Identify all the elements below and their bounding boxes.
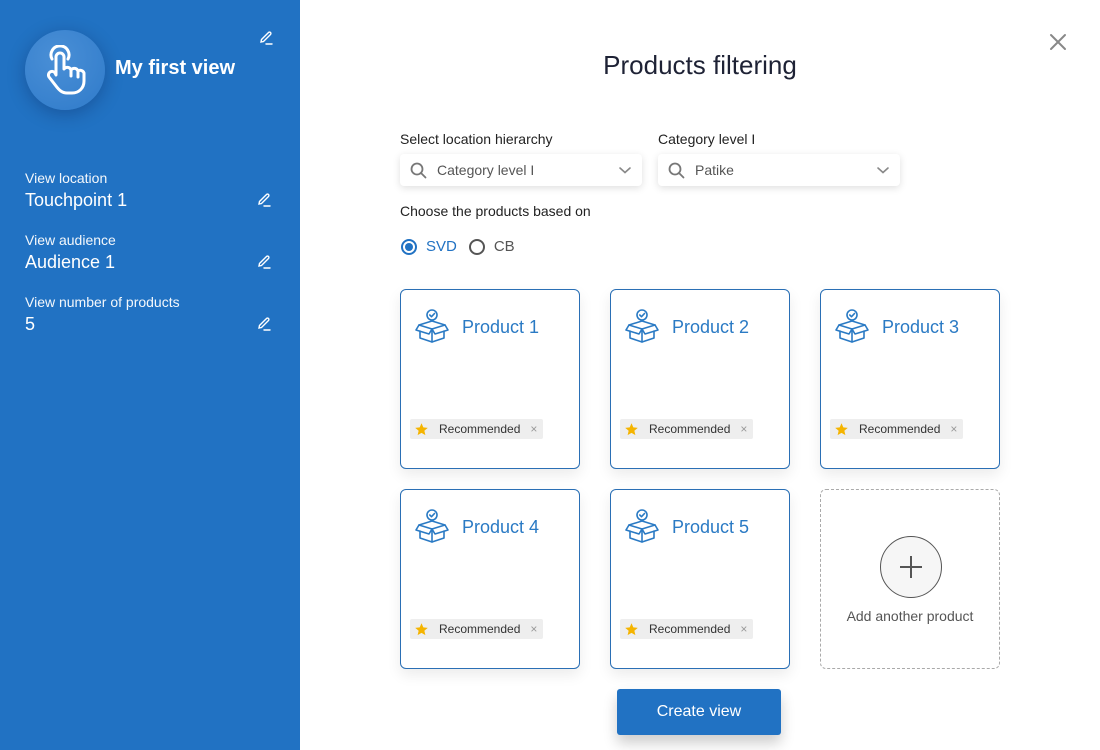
remove-tag-icon[interactable]: × xyxy=(740,422,747,436)
search-icon xyxy=(668,162,685,178)
view-location-label: View location xyxy=(25,170,108,186)
remove-tag-icon[interactable]: × xyxy=(530,422,537,436)
product-box-icon xyxy=(625,309,659,343)
remove-tag-icon[interactable]: × xyxy=(740,622,747,636)
category-level-label: Category level I xyxy=(658,131,756,147)
search-icon xyxy=(410,162,427,178)
tag-label: Recommended xyxy=(439,422,521,436)
radio-svd-label: SVD xyxy=(426,238,457,255)
star-icon xyxy=(835,422,848,435)
edit-audience-icon[interactable] xyxy=(256,254,272,270)
close-icon[interactable] xyxy=(1048,32,1068,52)
star-icon xyxy=(625,622,638,635)
recommended-tag: Recommended × xyxy=(830,419,964,439)
add-product-card[interactable]: Add another product xyxy=(820,489,1000,669)
product-card-2[interactable]: Product 2 Recommended × xyxy=(610,289,790,469)
product-box-icon xyxy=(835,309,869,343)
edit-title-icon[interactable] xyxy=(258,30,274,46)
choose-based-on-label: Choose the products based on xyxy=(400,203,591,219)
product-name: Product 1 xyxy=(462,317,540,337)
product-card-1[interactable]: Product 1 Recommended × xyxy=(400,289,580,469)
view-products-count-field: View number of products 5 xyxy=(25,294,275,335)
recommended-tag: Recommended × xyxy=(410,419,544,439)
tag-label: Recommended xyxy=(439,622,521,636)
chevron-down-icon xyxy=(619,167,631,174)
view-avatar xyxy=(25,30,105,110)
based-on-radio-group: SVD CB xyxy=(401,238,527,255)
product-box-icon xyxy=(625,509,659,543)
view-audience-field: View audience Audience 1 xyxy=(25,232,275,273)
chevron-down-icon xyxy=(877,167,889,174)
location-hierarchy-value: Category level I xyxy=(437,162,535,178)
radio-cb[interactable]: CB xyxy=(468,238,515,255)
pointer-hand-icon xyxy=(46,45,86,95)
remove-tag-icon[interactable]: × xyxy=(530,622,537,636)
page-title: Products filtering xyxy=(603,50,797,80)
product-card-4[interactable]: Product 4 Recommended × xyxy=(400,489,580,669)
create-view-button[interactable]: Create view xyxy=(617,689,781,735)
star-icon xyxy=(625,422,638,435)
radio-svd-circle[interactable] xyxy=(401,238,417,255)
star-icon xyxy=(415,422,428,435)
product-name: Product 3 xyxy=(882,317,960,337)
view-products-count-value: 5 xyxy=(25,314,36,334)
location-hierarchy-select[interactable]: Category level I xyxy=(400,154,642,186)
product-card-5[interactable]: Product 5 Recommended × xyxy=(610,489,790,669)
view-audience-value: Audience 1 xyxy=(25,252,116,272)
add-product-label: Add another product xyxy=(846,608,974,624)
product-box-icon xyxy=(415,309,449,343)
product-name: Product 5 xyxy=(672,517,750,537)
view-audience-label: View audience xyxy=(25,232,116,248)
add-product-button[interactable] xyxy=(880,536,942,598)
remove-tag-icon[interactable]: × xyxy=(950,422,957,436)
star-icon xyxy=(415,622,428,635)
edit-products-count-icon[interactable] xyxy=(256,316,272,332)
radio-svd[interactable]: SVD xyxy=(401,238,457,255)
radio-cb-label: CB xyxy=(493,238,515,255)
location-hierarchy-label: Select location hierarchy xyxy=(400,131,553,147)
radio-cb-circle[interactable] xyxy=(468,238,485,255)
tag-label: Recommended xyxy=(649,622,731,636)
product-name: Product 2 xyxy=(672,317,750,337)
recommended-tag: Recommended × xyxy=(620,419,754,439)
recommended-tag: Recommended × xyxy=(410,619,544,639)
category-level-value: Patike xyxy=(695,162,734,178)
plus-icon xyxy=(900,556,922,578)
view-title: My first view xyxy=(115,57,236,79)
view-products-count-label: View number of products xyxy=(25,294,180,310)
product-name: Product 4 xyxy=(462,517,540,537)
view-location-value: Touchpoint 1 xyxy=(25,190,128,210)
sidebar: My first view View location Touchpoint 1… xyxy=(0,0,300,750)
recommended-tag: Recommended × xyxy=(620,619,754,639)
view-location-field: View location Touchpoint 1 xyxy=(25,170,275,211)
product-box-icon xyxy=(415,509,449,543)
edit-location-icon[interactable] xyxy=(256,192,272,208)
tag-label: Recommended xyxy=(649,422,731,436)
category-level-select[interactable]: Patike xyxy=(658,154,900,186)
product-card-3[interactable]: Product 3 Recommended × xyxy=(820,289,1000,469)
tag-label: Recommended xyxy=(859,422,941,436)
